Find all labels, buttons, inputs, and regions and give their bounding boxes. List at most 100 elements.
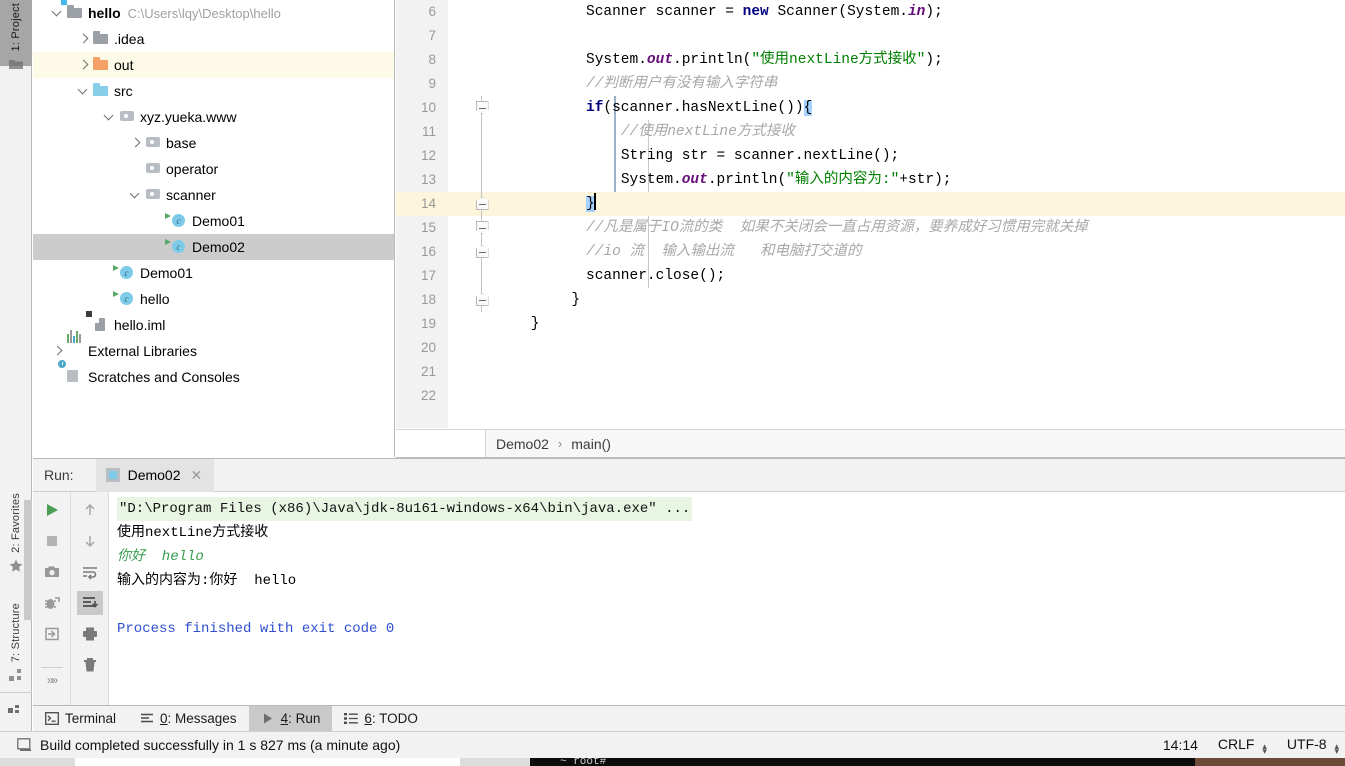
fold-marker[interactable] <box>474 192 490 216</box>
code-line[interactable]: 9 //判断用户有没有输入字符串 <box>396 72 1345 96</box>
code-lines[interactable]: 6 Scanner scanner = new Scanner(System.in… <box>396 0 1345 428</box>
code-text[interactable]: //判断用户有没有输入字符串 <box>586 72 777 96</box>
tree-row[interactable]: hello C:\Users\lqy\Desktop\hello <box>33 0 394 26</box>
code-line[interactable]: 15 //凡是属于IO流的类 如果不关闭会一直占用资源，要养成好习惯用完就关掉 <box>396 216 1345 240</box>
wrap-icon[interactable] <box>77 560 103 584</box>
chevron-right-icon[interactable] <box>129 136 143 150</box>
tree-row[interactable]: scanner <box>33 182 394 208</box>
tool-tab-project[interactable]: 1: Project <box>0 0 32 70</box>
line-separator-selector[interactable]: CRLF ▴ ▾ <box>1218 736 1267 756</box>
camera-icon[interactable] <box>39 560 65 584</box>
chevron-right-icon[interactable] <box>77 58 91 72</box>
encoding-selector[interactable]: UTF-8 ▴ ▾ <box>1287 736 1339 756</box>
import-arrow-icon[interactable] <box>39 622 65 646</box>
tool-tab-favorites-label: 2: Favorites <box>10 493 22 553</box>
breadcrumb-method[interactable]: main() <box>571 436 611 452</box>
tree-row[interactable]: c Demo01 <box>33 208 394 234</box>
code-text[interactable]: } <box>554 288 580 312</box>
tree-row[interactable]: Scratches and Consoles <box>33 359 394 390</box>
code-line[interactable]: 12 String str = scanner.nextLine(); <box>396 144 1345 168</box>
code-text[interactable] <box>522 360 531 384</box>
fold-marker[interactable] <box>474 216 490 240</box>
run-tab-demo02[interactable]: Demo02 ✕ <box>95 458 215 492</box>
tree-row[interactable]: hello.iml <box>33 311 394 338</box>
chevron-right-icon[interactable] <box>51 344 65 358</box>
code-text[interactable]: if(scanner.hasNextLine()){ <box>586 96 813 120</box>
arrow-up-icon[interactable] <box>77 498 103 522</box>
console-line-wrapper: "D:\Program Files (x86)\Java\jdk-8u161-w… <box>117 497 1345 521</box>
bottom-tool-button[interactable]: 6: TODO <box>332 706 430 732</box>
tree-row[interactable]: c Demo02 <box>33 234 394 260</box>
tree-row[interactable]: operator <box>33 156 394 182</box>
code-line[interactable]: 22 <box>396 384 1345 408</box>
code-text[interactable] <box>522 336 531 360</box>
code-line[interactable]: 19 } <box>396 312 1345 336</box>
bottom-tool-button[interactable]: Terminal <box>33 706 128 732</box>
code-text[interactable]: } <box>522 312 540 336</box>
code-line[interactable]: 6 Scanner scanner = new Scanner(System.in… <box>396 0 1345 24</box>
stop-button[interactable] <box>39 529 65 553</box>
arrow-down-icon[interactable] <box>77 529 103 553</box>
chevron-down-icon[interactable] <box>129 188 143 202</box>
code-line[interactable]: 20 <box>396 336 1345 360</box>
fold-guide <box>474 264 490 288</box>
code-line[interactable]: 21 <box>396 360 1345 384</box>
background-panel-white <box>75 758 460 766</box>
chevron-down-icon[interactable] <box>103 110 117 124</box>
chevron-down-icon[interactable] <box>77 84 91 98</box>
code-text[interactable]: //凡是属于IO流的类 如果不关闭会一直占用资源，要养成好习惯用完就关掉 <box>586 216 1088 240</box>
fold-guide <box>474 168 490 192</box>
tree-row[interactable]: External Libraries <box>33 330 394 364</box>
close-icon[interactable]: ✕ <box>191 467 203 484</box>
code-text[interactable]: //使用nextLine方式接收 <box>586 120 795 144</box>
trash-icon[interactable] <box>77 653 103 677</box>
code-text[interactable]: } <box>586 192 596 216</box>
code-line[interactable]: 16 //io 流 输入输出流 和电脑打交道的 <box>396 240 1345 264</box>
tree-row[interactable]: c hello <box>33 286 394 312</box>
breadcrumb-class[interactable]: Demo02 <box>496 436 549 452</box>
chevron-down-icon[interactable] <box>51 6 65 20</box>
code-line[interactable]: 10 if(scanner.hasNextLine()){ <box>396 96 1345 120</box>
code-text[interactable]: System.out.println("使用nextLine方式接收"); <box>586 48 943 72</box>
code-text[interactable]: String str = scanner.nextLine(); <box>586 144 899 168</box>
code-line[interactable]: 14} <box>396 192 1345 216</box>
code-line[interactable]: 7 <box>396 24 1345 48</box>
tree-row[interactable]: c Demo01 <box>33 260 394 286</box>
rerun-button[interactable] <box>39 498 65 522</box>
code-line[interactable]: 13 System.out.println("输入的内容为:"+str); <box>396 168 1345 192</box>
code-text[interactable]: scanner.close(); <box>586 264 725 288</box>
tree-row[interactable]: xyz.yueka.www <box>33 104 394 130</box>
printer-icon[interactable] <box>77 622 103 646</box>
project-tree[interactable]: hello C:\Users\lqy\Desktop\hello .idea out s… <box>33 0 394 390</box>
code-text[interactable]: Scanner scanner = new Scanner(System.in)… <box>586 0 943 24</box>
code-line[interactable]: 18 } <box>396 288 1345 312</box>
folder-gray-icon <box>93 31 109 47</box>
code-text[interactable]: //io 流 输入输出流 和电脑打交道的 <box>586 240 862 264</box>
code-line[interactable]: 8 System.out.println("使用nextLine方式接收"); <box>396 48 1345 72</box>
code-line[interactable]: 17 scanner.close(); <box>396 264 1345 288</box>
console-output[interactable]: "D:\Program Files (x86)\Java\jdk-8u161-w… <box>109 492 1345 705</box>
code-line[interactable]: 11 //使用nextLine方式接收 <box>396 120 1345 144</box>
sidebar-scrollbar[interactable] <box>24 500 32 620</box>
fold-marker[interactable] <box>474 288 490 312</box>
run-tab-title: Demo02 <box>127 467 181 483</box>
grid-icon[interactable] <box>8 701 22 715</box>
bug-icon[interactable] <box>39 591 65 615</box>
line-number: 11 <box>421 124 436 139</box>
scroll-end-icon[interactable] <box>76 591 103 615</box>
tree-row[interactable]: out <box>33 52 394 78</box>
tree-item-label: src <box>114 83 133 99</box>
chevrons-right-icon[interactable]: »» <box>40 667 63 691</box>
chevron-right-icon[interactable] <box>77 32 91 46</box>
fold-marker[interactable] <box>474 96 490 120</box>
tree-row[interactable]: base <box>33 130 394 156</box>
breadcrumb[interactable]: Demo02 › main() <box>396 429 1345 458</box>
code-editor[interactable]: 6 Scanner scanner = new Scanner(System.in… <box>396 0 1345 428</box>
code-text[interactable] <box>522 384 531 408</box>
tree-row[interactable]: src <box>33 78 394 104</box>
bottom-tool-button[interactable]: 4: Run <box>248 705 333 732</box>
fold-marker[interactable] <box>474 240 490 264</box>
code-text[interactable]: System.out.println("输入的内容为:"+str); <box>586 168 952 192</box>
bottom-tool-button[interactable]: 0: Messages <box>128 706 249 732</box>
tree-row[interactable]: .idea <box>33 26 394 52</box>
